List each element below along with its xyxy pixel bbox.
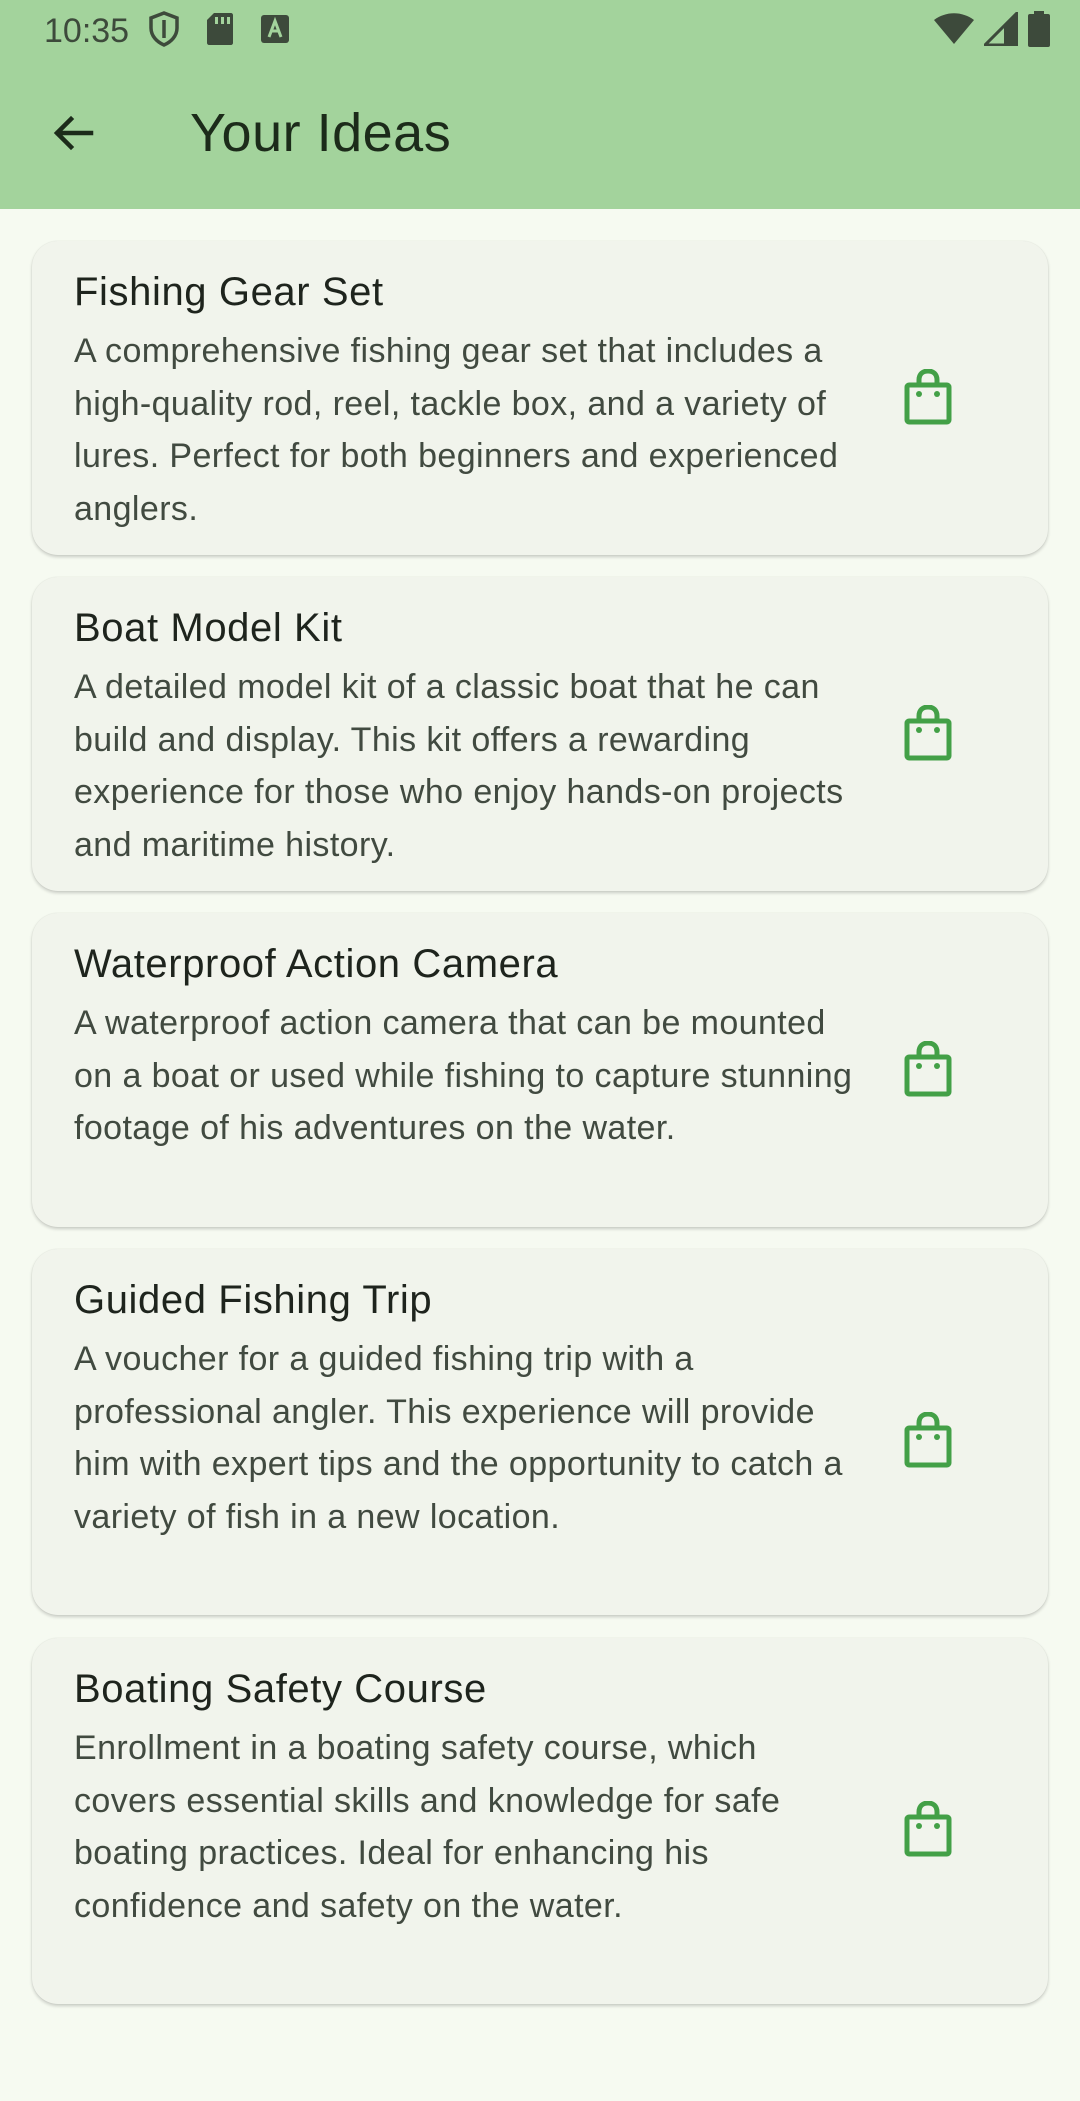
status-time: 10:35 [44,12,130,50]
toolbar: Your Ideas [0,62,1080,209]
idea-title: Boating Safety Course [74,1667,487,1711]
shield-icon [148,10,180,52]
battery-icon [1028,10,1050,52]
idea-description: Enrollment in a boating safety course, w… [74,1729,781,1925]
shop-button[interactable] [898,1410,958,1473]
idea-description: A detailed model kit of a classic boat t… [74,668,844,864]
idea-description: A voucher for a guided fishing trip with… [74,1340,843,1536]
cell-signal-icon [981,8,1019,51]
status-right-icons [934,8,1050,52]
app-bar: 10:35 Your Ideas [0,0,1080,209]
idea-title: Guided Fishing Trip [74,1278,433,1322]
idea-description: A comprehensive fishing gear set that in… [74,332,839,528]
shop-button[interactable] [898,1799,958,1862]
shopping-bag-icon [904,1039,952,1102]
text-a-icon [260,14,290,49]
shop-button[interactable] [898,703,958,766]
status-bar: 10:35 [0,0,1080,62]
page-title: Your Ideas [190,103,452,163]
wifi-icon [934,12,974,50]
idea-card[interactable]: Guided Fishing Trip A voucher for a guid… [32,1249,1048,1615]
shop-button[interactable] [898,367,958,430]
idea-card[interactable]: Waterproof Action Camera A waterproof ac… [32,913,1048,1227]
shopping-bag-icon [904,703,952,766]
idea-title: Waterproof Action Camera [74,942,559,986]
idea-title: Fishing Gear Set [74,270,384,314]
idea-card[interactable]: Boating Safety Course Enrollment in a bo… [32,1638,1048,2004]
arrow-back-icon [49,109,97,162]
idea-card[interactable]: Fishing Gear Set A comprehensive fishing… [32,241,1048,555]
sd-card-icon [206,12,234,51]
shop-button[interactable] [898,1039,958,1102]
shopping-bag-icon [904,367,952,430]
idea-card[interactable]: Boat Model Kit A detailed model kit of a… [32,577,1048,891]
status-left-icons [148,10,290,52]
shopping-bag-icon [904,1799,952,1862]
idea-title: Boat Model Kit [74,606,343,650]
shopping-bag-icon [904,1410,952,1473]
back-button[interactable] [40,102,106,168]
idea-description: A waterproof action camera that can be m… [74,1004,853,1147]
